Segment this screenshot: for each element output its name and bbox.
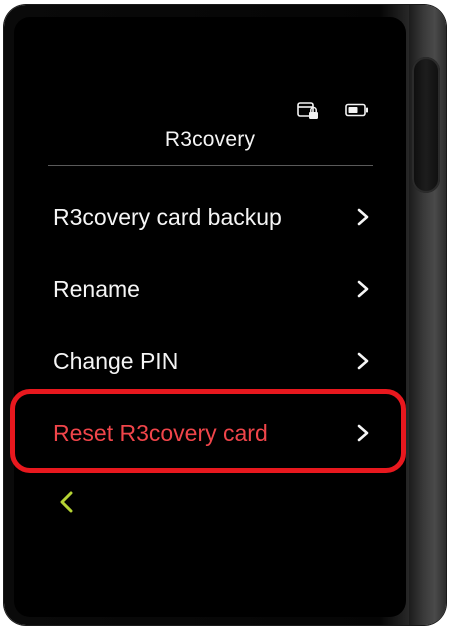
chevron-right-icon [357, 208, 369, 226]
highlight-outline [10, 389, 406, 473]
chevron-right-icon [357, 352, 369, 370]
menu-item-label: Rename [53, 276, 140, 302]
device-side-button[interactable] [412, 57, 440, 193]
card-lock-icon [297, 102, 318, 119]
hardware-device: R3covery R3covery card backup Rename Cha… [4, 5, 446, 625]
battery-icon [345, 103, 368, 117]
menu-item-label: R3covery card backup [53, 204, 282, 230]
menu-item-label: Change PIN [53, 348, 179, 374]
menu-item-change-pin[interactable]: Change PIN [14, 332, 406, 392]
menu-item-rename[interactable]: Rename [14, 260, 406, 320]
device-screen: R3covery R3covery card backup Rename Cha… [10, 17, 406, 617]
title-divider [48, 165, 373, 166]
page-title: R3covery [164, 128, 256, 151]
menu-item-card-backup[interactable]: R3covery card backup [14, 188, 406, 248]
chevron-left-icon[interactable] [56, 489, 78, 515]
chevron-right-icon [357, 280, 369, 298]
